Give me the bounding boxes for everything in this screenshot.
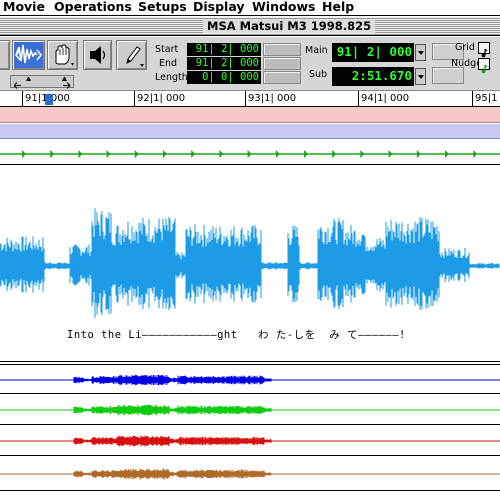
- marker-flag: [106, 150, 111, 158]
- audio-waveform: [0, 208, 500, 318]
- main-counter-dropdown[interactable]: [415, 44, 426, 61]
- marker-flag: [332, 150, 337, 158]
- length-secondary-field: [263, 71, 301, 84]
- marker-lane: [0, 150, 500, 158]
- window-title: MSA Matsui M3 1998.825: [203, 19, 376, 33]
- ruler-tick: [358, 91, 359, 107]
- marker-flag: [22, 150, 26, 158]
- meter-ruler[interactable]: [0, 124, 500, 139]
- tool-partial-button[interactable]: [0, 40, 10, 70]
- start-field[interactable]: 91| 2| 000: [187, 43, 261, 56]
- sub-track-red[interactable]: [0, 426, 500, 456]
- marker-track[interactable]: [0, 143, 500, 165]
- marker-flag: [473, 150, 478, 158]
- pencil-tool-button[interactable]: [116, 40, 147, 70]
- start-secondary-field: [263, 43, 301, 56]
- sub-track-waveform: [0, 435, 500, 447]
- ruler-label: 93|1| 000: [248, 93, 297, 104]
- lyrics-line: Into the Li―――――――――――ght わ た-しを み て――――…: [67, 329, 406, 341]
- sub-track-waveform: [0, 404, 500, 416]
- playhead-marker[interactable]: [45, 94, 53, 105]
- menu-windows[interactable]: Windows: [252, 0, 316, 15]
- sub-track-waveform: [0, 468, 500, 480]
- audition-tool-button[interactable]: [83, 40, 112, 70]
- ruler-tick: [22, 91, 23, 107]
- speaker-icon: [84, 41, 111, 69]
- grabber-hand-icon: [48, 41, 77, 69]
- tempo-ruler[interactable]: [0, 107, 500, 123]
- length-field[interactable]: 0| 0| 000: [187, 71, 261, 84]
- pencil-icon: [117, 41, 146, 69]
- marker-flag: [219, 150, 224, 158]
- sub-counter-dropdown[interactable]: [415, 68, 426, 85]
- marker-flag: [191, 150, 196, 158]
- ruler-tick: [472, 91, 473, 107]
- main-counter[interactable]: 91| 2| 000: [332, 43, 414, 62]
- ruler-label: 92|1| 000: [137, 93, 186, 104]
- ruler-label: 95|1: [475, 93, 498, 104]
- menu-movie[interactable]: Movie: [3, 0, 45, 15]
- track-divider: [0, 364, 500, 365]
- end-secondary-field: [263, 57, 301, 70]
- end-field[interactable]: 91| 2| 000: [187, 57, 261, 70]
- marker-flag: [50, 150, 55, 158]
- start-label: Start: [155, 44, 179, 55]
- marker-flag: [445, 150, 449, 158]
- sub-track-brown[interactable]: [0, 457, 500, 491]
- grabber-tool-button[interactable]: [47, 40, 78, 70]
- note-icon: [479, 59, 489, 78]
- sub-counter[interactable]: 2:51.670: [332, 67, 414, 86]
- zoom-waveform-icon: [13, 41, 44, 69]
- menu-display[interactable]: Display: [193, 0, 245, 15]
- length-label: Length: [155, 72, 188, 83]
- ruler-label: 94|1| 000: [361, 93, 410, 104]
- grid-label: Grid: [455, 42, 475, 53]
- marker-flag: [134, 150, 139, 158]
- ruler-tick: [134, 91, 135, 107]
- transport-toolbar: Start End Length 91| 2| 000 91| 2| 000 0…: [0, 37, 500, 91]
- end-label: End: [159, 58, 178, 69]
- marker-flag: [304, 150, 308, 158]
- marker-flag: [247, 150, 252, 158]
- marker-flag: [416, 150, 421, 158]
- zoom-waveform-tool-button[interactable]: [12, 40, 45, 70]
- window-title-bar[interactable]: MSA Matsui M3 1998.825: [0, 17, 500, 36]
- ruler-tick: [245, 91, 246, 107]
- marker-flag: [163, 150, 167, 158]
- menu-operations[interactable]: Operations: [54, 0, 132, 15]
- sub-track-blue[interactable]: [0, 366, 500, 394]
- arrow-up-icon: [62, 77, 67, 81]
- track-divider: [0, 361, 500, 362]
- main-counter-label: Main: [305, 45, 328, 56]
- arrow-up-icon: [26, 77, 31, 81]
- sub-track-waveform: [0, 374, 500, 386]
- marker-flag: [78, 150, 83, 158]
- menu-setups[interactable]: Setups: [138, 0, 187, 15]
- marker-flag: [388, 150, 393, 158]
- marker-flag: [275, 150, 280, 158]
- marker-flag: [360, 150, 365, 158]
- grid-toggle[interactable]: [478, 42, 490, 58]
- sub-counter-label: Sub: [309, 69, 328, 80]
- menu-bar: Movie Operations Setups Display Windows …: [0, 0, 500, 16]
- menu-help[interactable]: Help: [322, 0, 354, 15]
- bar-beat-ruler[interactable]: 91|1|000 92|1| 000 93|1| 000 94|1| 000 9…: [0, 91, 500, 107]
- nudge-toggle[interactable]: [478, 58, 490, 74]
- sub-track-green[interactable]: [0, 395, 500, 425]
